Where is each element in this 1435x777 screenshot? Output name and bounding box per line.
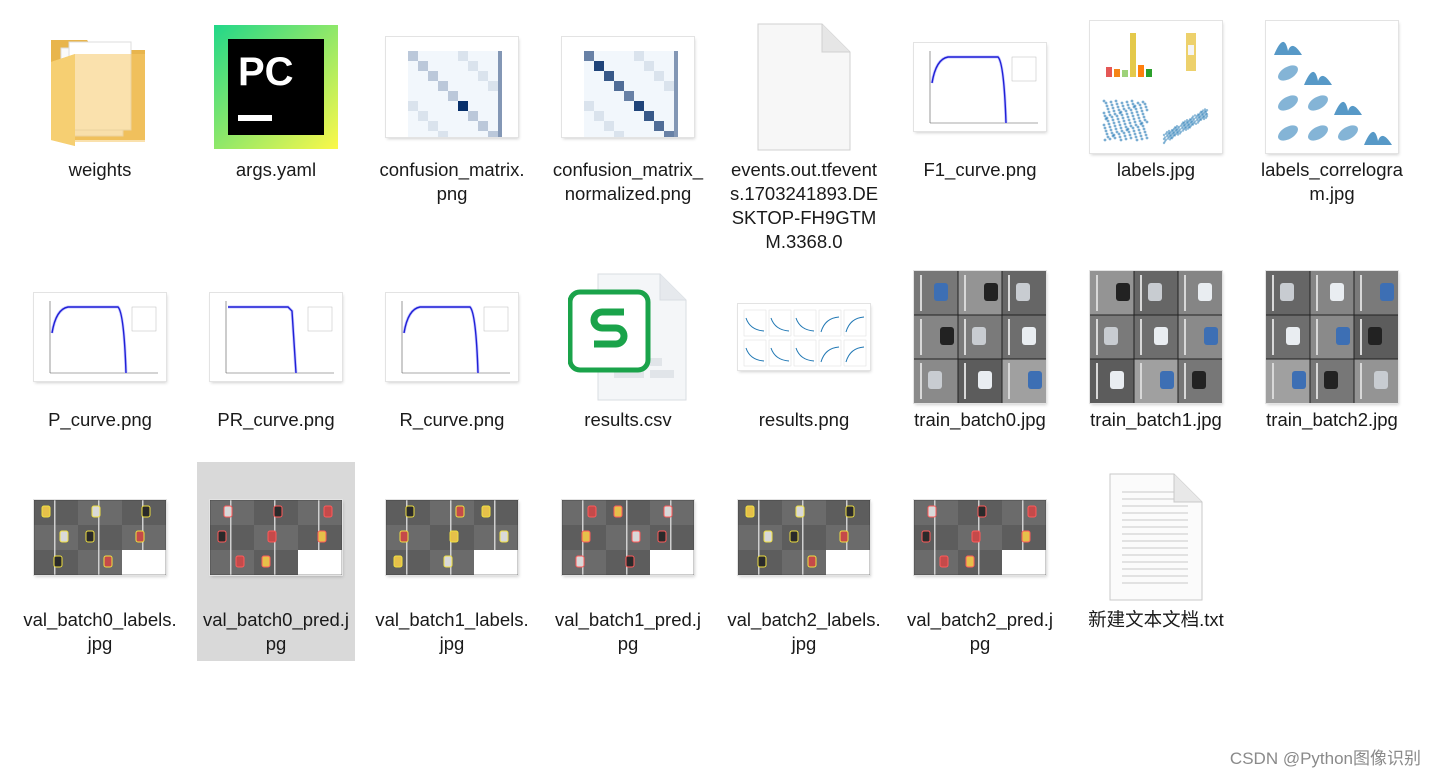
file-item[interactable]: labels.jpg <box>1077 12 1235 212</box>
file-item[interactable]: R_curve.png <box>373 262 531 462</box>
file-item[interactable]: labels_correlogram.jpg <box>1253 12 1411 212</box>
file-name: train_batch1.jpg <box>1090 409 1222 430</box>
file-name: val_batch1_pred.jpg <box>554 609 702 654</box>
file-item[interactable]: F1_curve.png <box>901 12 1059 212</box>
val-batch-thumbnail <box>197 462 355 612</box>
file-item[interactable]: PC args.yaml <box>197 12 355 212</box>
file-item[interactable]: confusion_matrix_normalized.png <box>549 12 707 212</box>
file-name: results.csv <box>584 409 672 430</box>
file-name: val_batch0_labels.jpg <box>23 609 177 654</box>
file-item[interactable]: train_batch0.jpg <box>901 262 1059 462</box>
file-name: val_batch1_labels.jpg <box>375 609 529 654</box>
file-item[interactable]: P_curve.png <box>21 262 179 462</box>
pr-curve-thumbnail <box>197 262 355 412</box>
file-item[interactable]: val_batch2_labels.jpg <box>725 462 883 661</box>
labels-thumbnail <box>1077 12 1235 162</box>
f1-curve-thumbnail <box>901 12 1059 162</box>
val-batch-thumbnail <box>549 462 707 612</box>
val-batch-thumbnail <box>373 462 531 612</box>
train-batch-thumbnail <box>1253 262 1411 412</box>
file-name: events.out.tfevents.1703241893.DESKTOP-F… <box>729 159 879 252</box>
watermark-text: CSDN @Python图像识别 <box>1229 749 1421 768</box>
folder-icon <box>21 12 179 162</box>
file-name: 新建文本文档.txt <box>1088 609 1224 630</box>
val-batch-thumbnail <box>21 462 179 612</box>
file-name: labels_correlogram.jpg <box>1261 159 1403 204</box>
correlogram-thumbnail <box>1253 12 1411 162</box>
file-name: val_batch0_pred.jpg <box>202 609 350 654</box>
file-name: PR_curve.png <box>217 409 335 430</box>
file-name: weights <box>68 159 132 180</box>
file-name: R_curve.png <box>399 409 505 430</box>
file-item[interactable]: val_batch1_pred.jpg <box>549 462 707 661</box>
train-batch-thumbnail <box>1077 262 1235 412</box>
file-item[interactable]: val_batch2_pred.jpg <box>901 462 1059 661</box>
confusion-matrix-normalized-thumbnail <box>549 12 707 162</box>
file-name: confusion_matrix.png <box>379 159 525 204</box>
file-item[interactable]: events.out.tfevents.1703241893.DESKTOP-F… <box>725 12 883 252</box>
file-name: confusion_matrix_normalized.png <box>552 159 704 204</box>
file-name: F1_curve.png <box>923 159 1037 180</box>
val-batch-thumbnail <box>725 462 883 612</box>
file-name: labels.jpg <box>1116 159 1196 180</box>
train-batch-thumbnail <box>901 262 1059 412</box>
file-item[interactable]: results.csv <box>549 262 707 462</box>
val-batch-thumbnail <box>901 462 1059 612</box>
file-name: P_curve.png <box>48 409 152 430</box>
r-curve-thumbnail <box>373 262 531 412</box>
file-item[interactable]: 新建文本文档.txt <box>1077 462 1235 661</box>
file-name: results.png <box>758 409 850 430</box>
file-name: train_batch2.jpg <box>1266 409 1398 430</box>
file-item[interactable]: val_batch1_labels.jpg <box>373 462 531 661</box>
svg-text:PC: PC <box>238 50 294 94</box>
file-item[interactable]: val_batch0_labels.jpg <box>21 462 179 661</box>
file-item[interactable]: train_batch1.jpg <box>1077 262 1235 462</box>
p-curve-thumbnail <box>21 262 179 412</box>
file-explorer-icon-view: { "files": [ {"name": "weights", "type":… <box>0 0 1435 777</box>
text-file-icon <box>1077 462 1235 612</box>
confusion-matrix-thumbnail <box>373 12 531 162</box>
file-name: val_batch2_labels.jpg <box>727 609 881 654</box>
spreadsheet-icon <box>549 262 707 412</box>
file-name: train_batch0.jpg <box>914 409 1046 430</box>
pycharm-icon: PC <box>197 12 355 162</box>
file-item[interactable]: results.png <box>725 262 883 462</box>
results-thumbnail <box>725 262 883 412</box>
file-item[interactable]: PR_curve.png <box>197 262 355 462</box>
file-item[interactable]: train_batch2.jpg <box>1253 262 1411 462</box>
file-item[interactable]: val_batch0_pred.jpg <box>197 462 355 661</box>
file-item[interactable]: confusion_matrix.png <box>373 12 531 212</box>
file-name: val_batch2_pred.jpg <box>906 609 1054 654</box>
file-name: args.yaml <box>235 159 317 180</box>
blank-file-icon <box>725 12 883 162</box>
file-item[interactable]: weights <box>21 12 179 212</box>
